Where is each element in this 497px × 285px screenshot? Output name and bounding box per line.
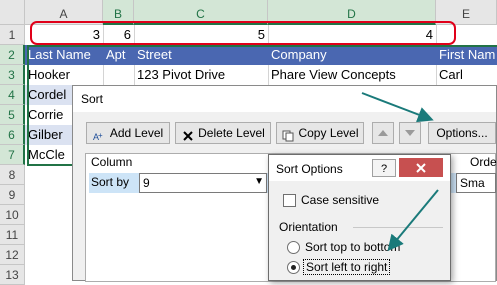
annotation-arrow-options xyxy=(361,92,434,123)
annotation-arrows xyxy=(361,92,439,252)
annotation-arrow-left-to-right xyxy=(387,189,439,252)
